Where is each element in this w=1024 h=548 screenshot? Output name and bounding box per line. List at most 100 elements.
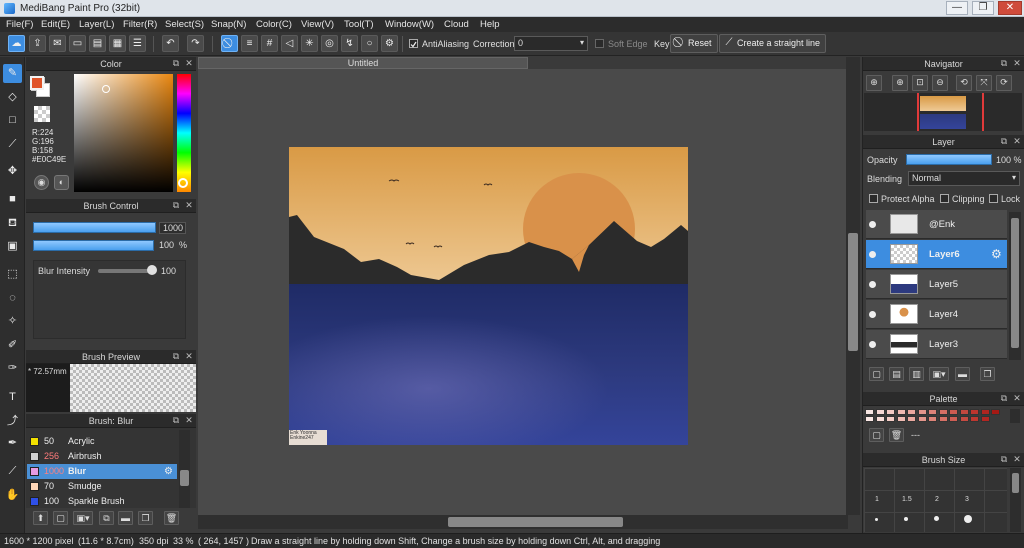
visibility-icon[interactable] bbox=[869, 341, 876, 348]
new-brush-icon[interactable]: ▢ bbox=[53, 511, 68, 525]
popout-icon[interactable]: ⧉ bbox=[999, 393, 1009, 403]
bucket-tool-icon[interactable]: ⛾ bbox=[3, 214, 22, 233]
visibility-icon[interactable] bbox=[869, 221, 876, 228]
menu-file[interactable]: File(F) bbox=[6, 19, 33, 30]
brush-size-2[interactable]: 2 bbox=[935, 496, 939, 503]
brush-size-scrollbar[interactable] bbox=[1010, 468, 1021, 532]
eraser-tool-icon[interactable]: ◇ bbox=[3, 88, 22, 107]
menu-window[interactable]: Window(W) bbox=[385, 19, 434, 30]
select-rect-tool-icon[interactable]: ⬚ bbox=[3, 265, 22, 284]
visibility-icon[interactable] bbox=[869, 251, 876, 258]
line-tool-icon[interactable]: ⟋ bbox=[3, 135, 22, 154]
popout-icon[interactable]: ⧉ bbox=[999, 58, 1009, 68]
menu-color[interactable]: Color(C) bbox=[256, 19, 292, 30]
cloud-icon[interactable]: ☁ bbox=[8, 35, 25, 52]
comment-icon[interactable]: ▭ bbox=[69, 35, 86, 52]
maximize-button[interactable]: ❐ bbox=[972, 1, 994, 15]
palette-swatch[interactable] bbox=[875, 416, 885, 422]
palette-swatch[interactable] bbox=[980, 416, 990, 422]
palette-swatch[interactable] bbox=[970, 416, 979, 422]
menu-view[interactable]: View(V) bbox=[301, 19, 334, 30]
add-brush-icon[interactable]: ⬆ bbox=[33, 511, 48, 525]
picker-cursor[interactable] bbox=[102, 85, 110, 93]
close-panel-icon[interactable]: ✕ bbox=[1012, 58, 1022, 68]
fit-window-icon[interactable]: ⊡ bbox=[912, 75, 928, 91]
popout-icon[interactable]: ⧉ bbox=[999, 136, 1009, 146]
visibility-icon[interactable] bbox=[869, 281, 876, 288]
protect-alpha-checkbox[interactable] bbox=[869, 194, 878, 203]
popout-icon[interactable]: ⧉ bbox=[171, 58, 181, 68]
palette-swatch[interactable] bbox=[938, 409, 948, 415]
close-panel-icon[interactable]: ✕ bbox=[184, 58, 194, 68]
palette-swatch[interactable] bbox=[886, 409, 895, 415]
brush-dot[interactable] bbox=[964, 515, 972, 523]
popout-icon[interactable]: ⧉ bbox=[171, 351, 181, 361]
zoom-in-icon[interactable]: ⊕ bbox=[892, 75, 908, 91]
palette-swatch[interactable] bbox=[865, 416, 874, 422]
menu-edit[interactable]: Edit(E) bbox=[41, 19, 70, 30]
rotate-icon[interactable]: ⟲ bbox=[956, 75, 972, 91]
brush-tool-icon[interactable]: ✎ bbox=[3, 64, 22, 83]
vanishing-snap-icon[interactable]: ◁ bbox=[281, 35, 298, 52]
brush-size-slider[interactable] bbox=[33, 222, 156, 233]
palette-swatch[interactable] bbox=[928, 409, 937, 415]
hue-handle[interactable] bbox=[178, 178, 188, 188]
layer-row-layer4[interactable]: Layer4 bbox=[866, 300, 1007, 329]
document-tab[interactable]: Untitled bbox=[198, 57, 528, 69]
fill-rect-tool-icon[interactable]: ■ bbox=[3, 190, 22, 209]
brush-dot[interactable] bbox=[904, 517, 908, 521]
palette-swatch[interactable] bbox=[875, 409, 885, 415]
brush-size-1-5[interactable]: 1.5 bbox=[902, 496, 912, 503]
brush-item-smudge[interactable]: 70 Smudge bbox=[27, 479, 177, 494]
grid-snap-icon[interactable]: # bbox=[261, 35, 278, 52]
new-palette-icon[interactable]: ▢ bbox=[869, 428, 884, 442]
color-wheel-icon[interactable]: ◉ bbox=[34, 175, 49, 190]
create-straight-line-button[interactable]: ⟋ Create a straight line bbox=[719, 34, 827, 53]
palette-swatch[interactable] bbox=[907, 416, 916, 422]
eyedropper-tool-icon[interactable]: ✒ bbox=[3, 434, 22, 453]
scrollbar-thumb[interactable] bbox=[1012, 473, 1019, 493]
main-color-swatch[interactable] bbox=[30, 76, 44, 90]
navigator-preview[interactable] bbox=[864, 93, 1022, 131]
close-panel-icon[interactable]: ✕ bbox=[1012, 393, 1022, 403]
layer-opacity-slider[interactable] bbox=[906, 154, 992, 165]
menu-select[interactable]: Select(S) bbox=[165, 19, 204, 30]
palette-swatch[interactable] bbox=[896, 409, 906, 415]
brush-opacity-slider[interactable] bbox=[33, 240, 154, 251]
layer-scrollbar[interactable] bbox=[1009, 212, 1021, 360]
radial-snap-icon[interactable]: ✳ bbox=[301, 35, 318, 52]
brush-size-1[interactable]: 1 bbox=[875, 496, 879, 503]
brush-item-airbrush[interactable]: 256 Airbrush bbox=[27, 449, 177, 464]
horizontal-scrollbar[interactable] bbox=[198, 515, 848, 529]
copy-brush-icon[interactable]: ⧉ bbox=[99, 511, 114, 525]
operation-tool-icon[interactable]: ⤴ bbox=[3, 412, 22, 431]
brush-item-sparkle[interactable]: 100 Sparkle Brush bbox=[27, 494, 177, 509]
palette-mode-icon[interactable]: ◐ bbox=[54, 175, 69, 190]
blending-select[interactable]: Normal ▾ bbox=[908, 171, 1020, 186]
menu-tool[interactable]: Tool(T) bbox=[344, 19, 374, 30]
brush-size-3[interactable]: 3 bbox=[965, 496, 969, 503]
reset-button[interactable]: ⃠ Reset bbox=[670, 34, 718, 53]
correction-select[interactable]: 0 ▾ bbox=[514, 36, 588, 51]
palette-swatch[interactable] bbox=[959, 416, 969, 422]
magic-wand-tool-icon[interactable]: ✧ bbox=[3, 312, 22, 331]
minimize-button[interactable]: — bbox=[946, 1, 968, 15]
flip-icon[interactable]: ⤧ bbox=[976, 75, 992, 91]
palette-swatch[interactable] bbox=[991, 409, 1000, 415]
menu-snap[interactable]: Snap(N) bbox=[211, 19, 246, 30]
palette-swatch[interactable] bbox=[949, 409, 958, 415]
brush-item-acrylic[interactable]: 50 Acrylic bbox=[27, 434, 177, 449]
list-icon[interactable]: ☰ bbox=[129, 35, 146, 52]
popout-icon[interactable]: ⧉ bbox=[171, 200, 181, 210]
duplicate-icon[interactable]: ❐ bbox=[138, 511, 153, 525]
close-panel-icon[interactable]: ✕ bbox=[1012, 136, 1022, 146]
transparent-color-swatch[interactable] bbox=[34, 106, 50, 122]
snap-off-icon[interactable]: ⃠ bbox=[221, 35, 238, 52]
scrollbar-thumb[interactable] bbox=[180, 470, 189, 486]
palette-swatch[interactable] bbox=[938, 416, 948, 422]
close-panel-icon[interactable]: ✕ bbox=[1012, 454, 1022, 464]
layer-menu-icon[interactable]: ▣▾ bbox=[929, 367, 949, 381]
menu-layer[interactable]: Layer(L) bbox=[79, 19, 114, 30]
grid-doc-icon[interactable]: ▦ bbox=[109, 35, 126, 52]
menu-cloud[interactable]: Cloud bbox=[444, 19, 469, 30]
